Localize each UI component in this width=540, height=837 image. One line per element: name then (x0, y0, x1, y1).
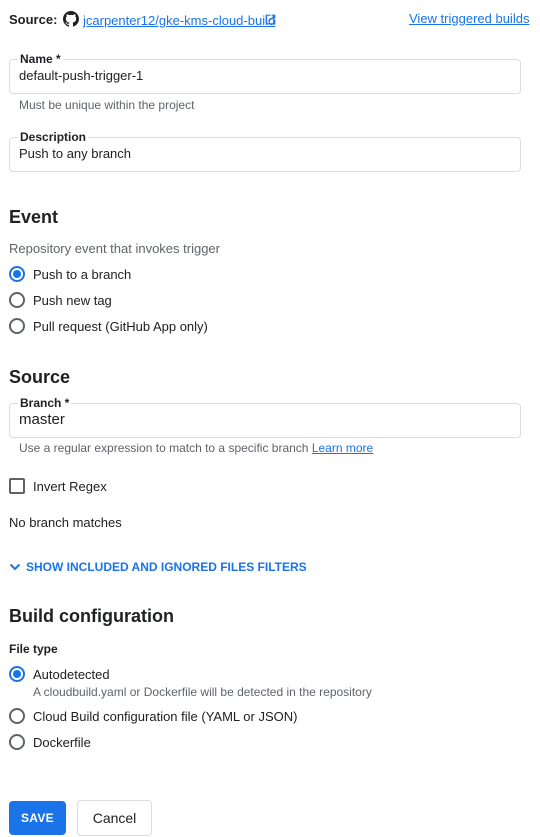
file-type-option-label: Autodetected (33, 666, 110, 682)
event-option-label: Push to a branch (33, 266, 132, 282)
radio-icon[interactable] (9, 734, 25, 750)
event-subtitle: Repository event that invokes trigger (9, 241, 220, 256)
invert-regex-label: Invert Regex (33, 478, 107, 494)
file-type-option-label: Cloud Build configuration file (YAML or … (33, 708, 298, 724)
event-option-push-branch[interactable]: Push to a branch (9, 265, 131, 283)
radio-icon[interactable] (9, 318, 25, 334)
event-option-label: Push new tag (33, 292, 112, 308)
name-field[interactable]: Name * default-push-trigger-1 (9, 51, 521, 94)
name-field-value[interactable]: default-push-trigger-1 (19, 68, 143, 83)
build-config-heading: Build configuration (9, 606, 174, 626)
radio-icon[interactable] (9, 708, 25, 724)
external-link-icon[interactable] (264, 13, 277, 26)
file-type-autodetected[interactable]: Autodetected (9, 665, 110, 683)
branch-hint: Use a regular expression to match to a s… (19, 441, 373, 455)
branch-field-value[interactable]: master (19, 411, 65, 428)
radio-icon[interactable] (9, 292, 25, 308)
name-field-label: Name * (18, 51, 63, 67)
view-triggered-builds-link[interactable]: View triggered builds (409, 11, 529, 26)
radio-checked-icon[interactable] (9, 266, 25, 282)
cancel-button[interactable]: Cancel (77, 800, 152, 836)
file-type-dockerfile[interactable]: Dockerfile (9, 733, 91, 751)
name-hint: Must be unique within the project (19, 98, 195, 112)
github-icon (63, 11, 79, 27)
source-heading: Source (9, 367, 71, 387)
branch-field[interactable]: Branch * master (9, 395, 521, 438)
no-branch-matches: No branch matches (9, 515, 122, 530)
radio-checked-icon[interactable] (9, 666, 25, 682)
autodetected-sublabel: A cloudbuild.yaml or Dockerfile will be … (33, 685, 372, 699)
show-filters-label: SHOW INCLUDED AND IGNORED FILES FILTERS (26, 560, 307, 574)
show-filters-toggle[interactable]: SHOW INCLUDED AND IGNORED FILES FILTERS (9, 560, 307, 574)
event-heading: Event (9, 207, 59, 227)
file-type-label: File type (9, 642, 58, 656)
file-type-option-label: Dockerfile (33, 734, 91, 750)
file-type-cloudbuild[interactable]: Cloud Build configuration file (YAML or … (9, 707, 297, 725)
checkbox-icon[interactable] (9, 478, 25, 494)
branch-hint-text: Use a regular expression to match to a s… (19, 441, 309, 455)
event-option-label: Pull request (GitHub App only) (33, 318, 208, 334)
event-option-push-tag[interactable]: Push new tag (9, 291, 112, 309)
chevron-down-icon (9, 563, 21, 571)
description-field-label: Description (18, 129, 89, 145)
learn-more-link[interactable]: Learn more (312, 441, 373, 455)
repo-link[interactable]: jcarpenter12/gke-kms-cloud-build (83, 13, 275, 28)
description-field-value[interactable]: Push to any branch (19, 146, 131, 161)
description-field[interactable]: Description Push to any branch (9, 129, 521, 172)
event-option-pull-request[interactable]: Pull request (GitHub App only) (9, 317, 208, 335)
invert-regex-checkbox[interactable]: Invert Regex (9, 477, 107, 495)
branch-field-label: Branch * (18, 395, 72, 411)
source-label: Source: (9, 12, 58, 27)
save-button[interactable]: SAVE (9, 801, 66, 835)
